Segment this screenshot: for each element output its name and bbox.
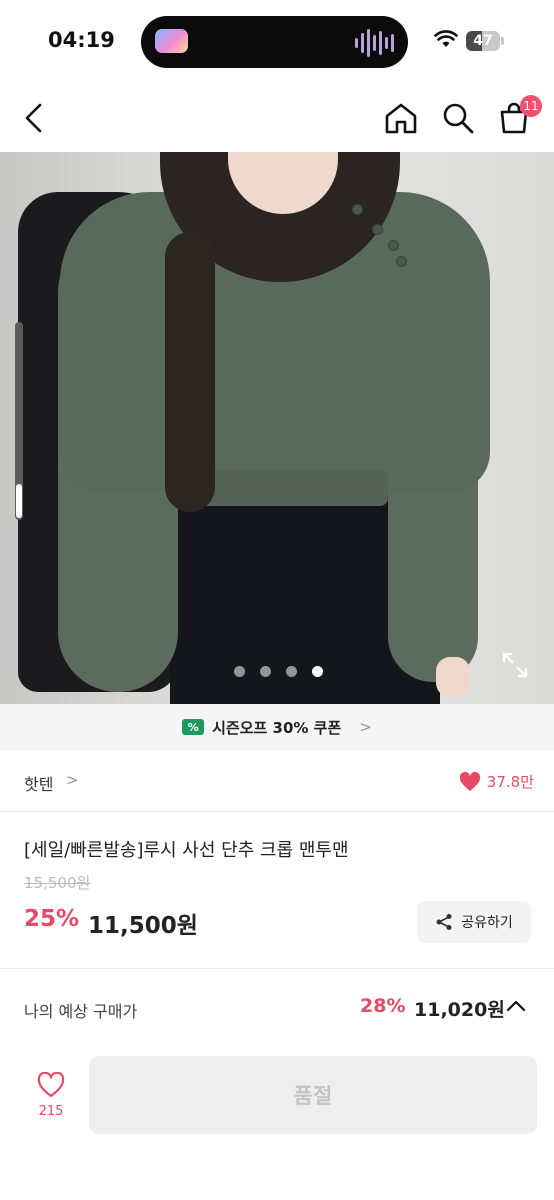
carousel-indicator <box>234 666 323 677</box>
status-bar: 04:19 47 <box>0 0 554 80</box>
product-title: [세일/빠른발송]루시 사선 단추 크롭 맨투맨 <box>24 840 349 861</box>
wishlist-count: 215 <box>38 1104 64 1119</box>
discount-rate: 25% <box>24 906 80 932</box>
status-time: 04:19 <box>48 28 115 52</box>
brand-row: 핫텐 > 37.8만 <box>0 750 554 812</box>
expand-image-button[interactable] <box>500 650 530 680</box>
chevron-right-icon: > <box>66 771 79 789</box>
carousel-dot[interactable] <box>260 666 271 677</box>
scrollbar-thumb[interactable] <box>16 484 22 518</box>
expected-price-row[interactable]: 나의 예상 구매가 28% 11,020원 <box>0 970 554 1046</box>
wifi-icon <box>434 30 458 47</box>
expected-price: 11,020원 <box>414 999 505 1021</box>
battery-percent: 47 <box>473 33 493 49</box>
share-label: 공유하기 <box>461 915 513 931</box>
home-icon <box>385 103 417 134</box>
back-button[interactable] <box>14 98 54 138</box>
scrollbar[interactable] <box>15 322 23 520</box>
heart-filled-icon <box>459 771 480 791</box>
coupon-banner[interactable]: % 시즌오프 30% 쿠폰 > <box>0 704 554 750</box>
original-price: 15,500원 <box>24 874 91 892</box>
home-button[interactable] <box>381 98 421 138</box>
audio-wave-icon <box>355 28 394 58</box>
expand-icon <box>502 652 528 678</box>
chevron-up-icon[interactable] <box>506 998 526 1012</box>
expected-discount-rate: 28% <box>360 995 406 1017</box>
wishlist-button[interactable]: 215 <box>26 1072 76 1128</box>
search-button[interactable] <box>438 98 478 138</box>
product-image-carousel[interactable] <box>0 152 554 704</box>
carousel-dot[interactable] <box>234 666 245 677</box>
carousel-dot-active[interactable] <box>312 666 323 677</box>
soldout-button: 품절 <box>89 1056 537 1134</box>
carousel-dot[interactable] <box>286 666 297 677</box>
brand-link[interactable]: 핫텐 <box>24 771 53 795</box>
heart-outline-icon <box>37 1072 65 1098</box>
cart-count-badge: 11 <box>520 95 542 117</box>
share-button[interactable]: 공유하기 <box>417 901 531 943</box>
coupon-icon: % <box>182 719 205 735</box>
divider <box>0 968 554 969</box>
brand-like-count: 37.8만 <box>486 773 534 791</box>
bottom-action-bar: 215 품절 <box>0 1046 554 1200</box>
battery-icon: 47 <box>466 31 500 51</box>
chevron-left-icon <box>25 103 42 133</box>
chevron-right-icon: > <box>359 718 372 736</box>
search-icon <box>443 103 474 134</box>
brand-likes[interactable]: 37.8만 <box>459 771 534 792</box>
now-playing-thumbnail <box>155 29 188 53</box>
coupon-label: 시즌오프 30% 쿠폰 <box>212 718 342 737</box>
top-nav <box>0 80 554 152</box>
sale-price: 11,500원 <box>88 913 198 939</box>
share-icon <box>436 914 452 930</box>
dynamic-island[interactable] <box>141 16 408 68</box>
expected-price-label: 나의 예상 구매가 <box>24 1002 138 1021</box>
